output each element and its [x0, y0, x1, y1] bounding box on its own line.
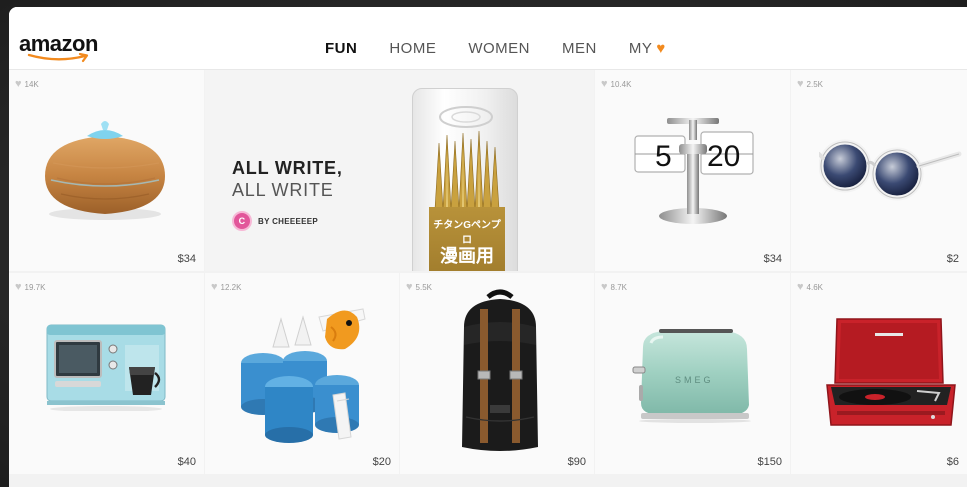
- product-price: $6: [946, 456, 959, 468]
- app-window: amazon FUN HOME WOMEN MEN MY ♥ ♥ 14K $34…: [9, 7, 967, 487]
- like-count[interactable]: ♥ 4.6K: [797, 281, 823, 293]
- svg-text:20: 20: [707, 140, 740, 173]
- heart-icon: ♥: [656, 40, 666, 57]
- backpack-image: [462, 289, 538, 451]
- product-tile-diffuser[interactable]: ♥ 14K $34: [9, 70, 204, 271]
- product-tile-record-player[interactable]: ♥ 4.6K $6: [791, 273, 967, 474]
- flip-clock-image: 5 20: [634, 118, 754, 224]
- product-price: $40: [177, 456, 196, 468]
- heart-icon: ♥: [406, 281, 413, 293]
- like-count[interactable]: ♥ 5.5K: [406, 281, 432, 293]
- heart-icon: ♥: [601, 281, 608, 293]
- diffuser-image: [45, 121, 165, 220]
- product-price: $90: [567, 456, 586, 468]
- toaster-image: SMEG: [632, 329, 751, 423]
- breakfast-station-image: [46, 324, 166, 411]
- featured-collection-card[interactable]: ALL WRITE, ALL WRITE C BY CHEEEEEP チタンGペ…: [205, 70, 594, 271]
- product-price: $2: [946, 253, 959, 265]
- nav-fun[interactable]: FUN: [325, 40, 357, 57]
- popsicle-molds-image: [241, 308, 366, 443]
- record-player-image: [826, 318, 956, 426]
- product-tile-backpack[interactable]: ♥ 5.5K $90: [400, 273, 594, 474]
- heart-icon: ♥: [601, 78, 608, 90]
- package-label: チタンGペンプロ 漫画用: [429, 207, 505, 271]
- product-tile-sunglasses[interactable]: ♥ 2.5K $2: [791, 70, 967, 271]
- product-grid: ♥ 14K $34 ALL WRITE, ALL WRITE C BY CHEE…: [9, 70, 967, 487]
- product-tile-popsicle-molds[interactable]: ♥ 12.2K $20: [205, 273, 399, 474]
- nav-women[interactable]: WOMEN: [468, 40, 530, 57]
- like-count[interactable]: ♥ 14K: [15, 78, 39, 90]
- heart-icon: ♥: [797, 78, 804, 90]
- nav-men[interactable]: MEN: [562, 40, 597, 57]
- avatar: C: [232, 211, 252, 231]
- sunglasses-image: [819, 139, 962, 201]
- product-tile-flip-clock[interactable]: ♥ 10.4K 5 20 $34: [595, 70, 790, 271]
- screen-background: amazon FUN HOME WOMEN MEN MY ♥ ♥ 14K $34…: [0, 0, 967, 487]
- like-count[interactable]: ♥ 10.4K: [601, 78, 631, 90]
- feature-title-line1: ALL WRITE,: [232, 158, 343, 178]
- like-count[interactable]: ♥ 19.7K: [15, 281, 45, 293]
- heart-icon: ♥: [797, 281, 804, 293]
- feature-title-line2: ALL WRITE: [232, 180, 334, 200]
- pen-nibs-graphic: [434, 106, 500, 209]
- like-count[interactable]: ♥ 8.7K: [601, 281, 627, 293]
- smile-arrow-icon: [27, 53, 89, 63]
- like-count[interactable]: ♥ 12.2K: [211, 281, 241, 293]
- svg-text:5: 5: [655, 140, 672, 173]
- product-price: $34: [763, 253, 782, 265]
- like-count[interactable]: ♥ 2.5K: [797, 78, 823, 90]
- product-tile-toaster[interactable]: ♥ 8.7K SMEG $150: [595, 273, 790, 474]
- heart-icon: ♥: [15, 281, 22, 293]
- top-header: amazon FUN HOME WOMEN MEN MY ♥: [9, 7, 967, 70]
- main-nav: FUN HOME WOMEN MEN MY ♥: [325, 40, 698, 57]
- product-tile-breakfast-station[interactable]: ♥ 19.7K $40: [9, 273, 204, 474]
- heart-icon: ♥: [211, 281, 218, 293]
- nav-home[interactable]: HOME: [389, 40, 436, 57]
- svg-text:SMEG: SMEG: [675, 375, 714, 385]
- product-price: $20: [372, 456, 391, 468]
- heart-icon: ♥: [15, 78, 22, 90]
- pen-nib-package-image: チタンGペンプロ 漫画用: [412, 88, 518, 271]
- product-price: $150: [757, 456, 782, 468]
- feature-byline[interactable]: C BY CHEEEEEP: [232, 211, 318, 231]
- nav-my[interactable]: MY ♥: [629, 40, 666, 57]
- amazon-logo[interactable]: amazon: [19, 31, 109, 65]
- product-price: $34: [177, 253, 196, 265]
